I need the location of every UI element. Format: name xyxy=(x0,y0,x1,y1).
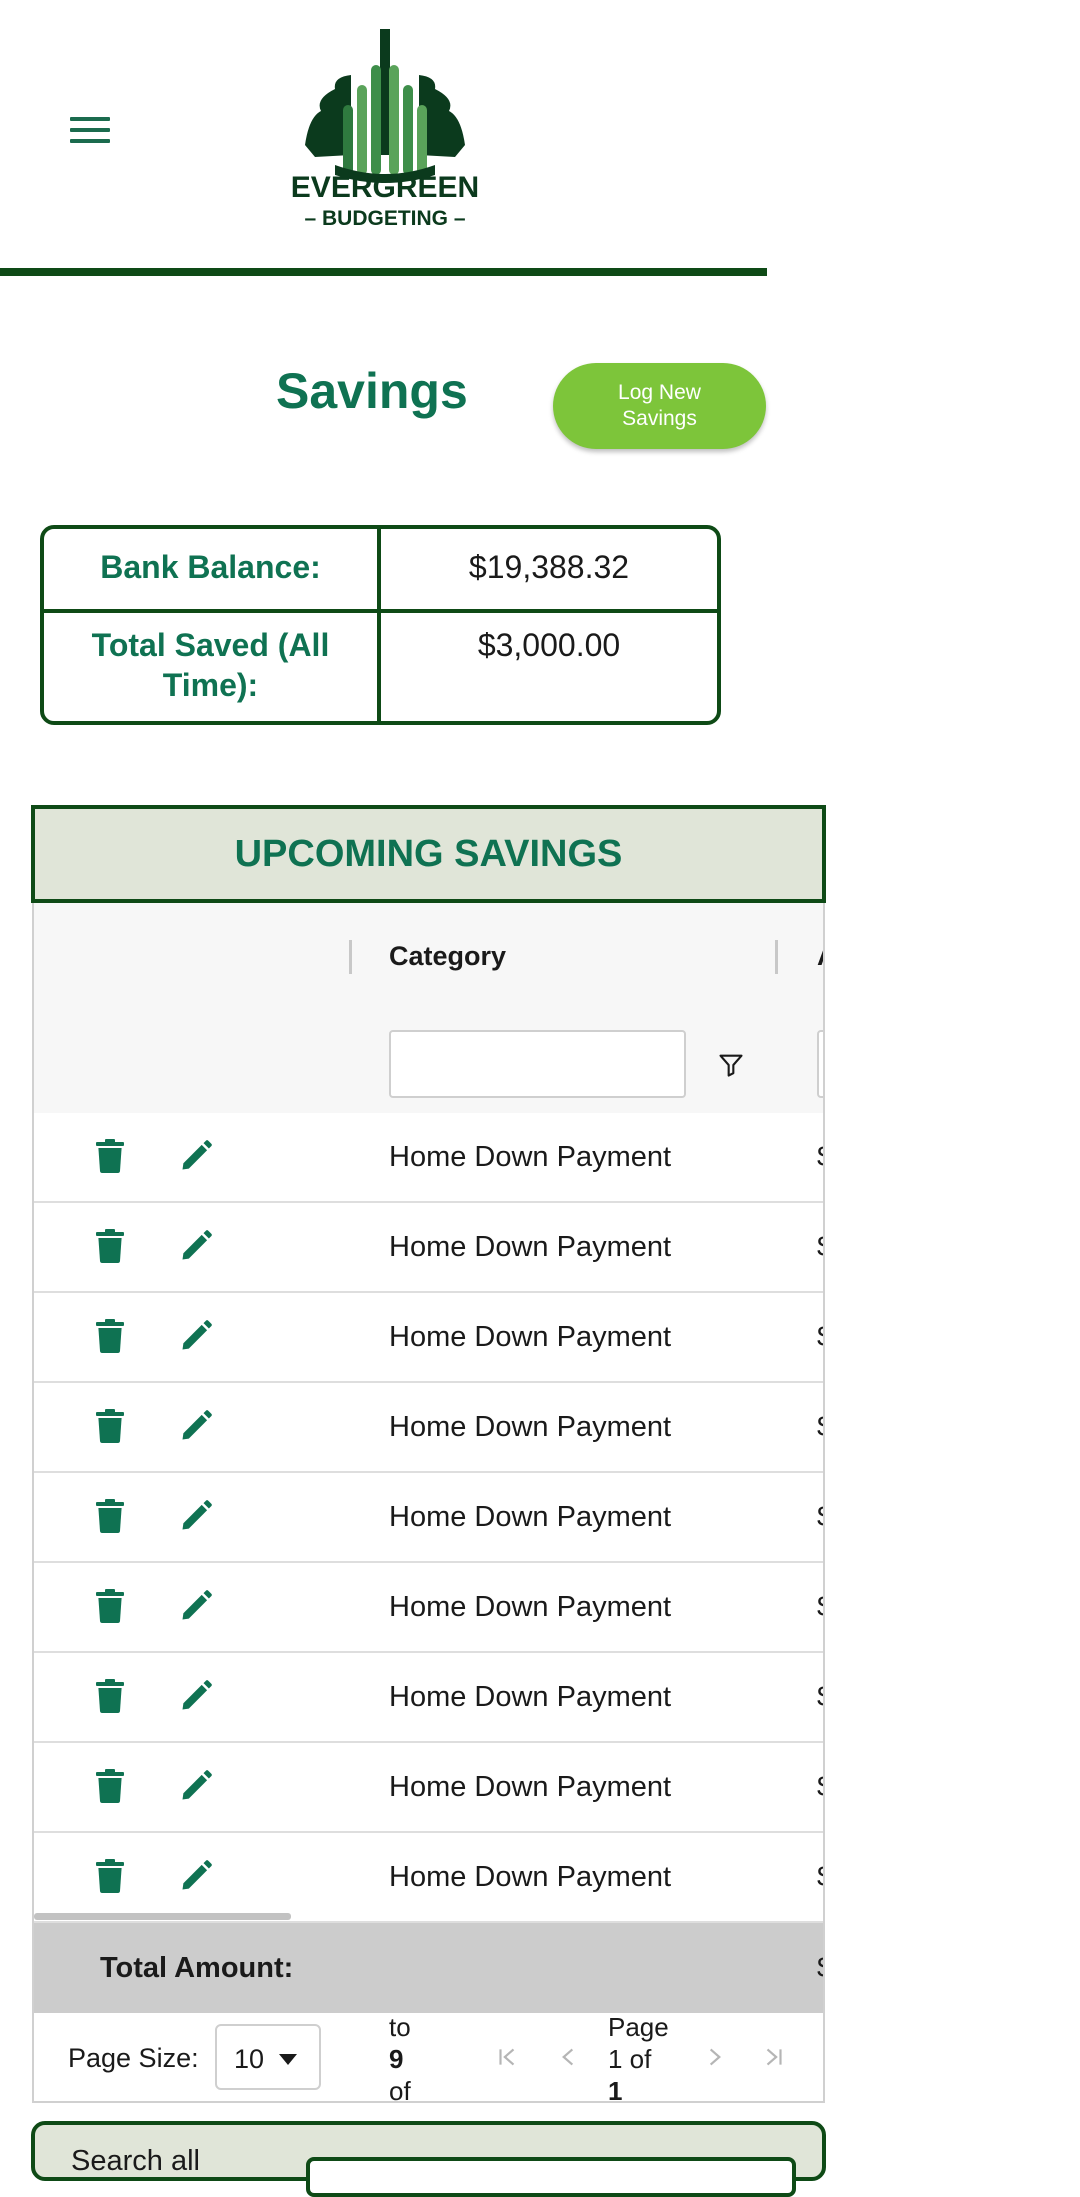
column-header-category[interactable]: Category xyxy=(389,941,506,972)
logo-sub-text: – BUDGETING – xyxy=(304,207,465,230)
page-indicator: Page 1 of 1 xyxy=(608,2011,688,2103)
table-row[interactable]: Home Down Payment $ xyxy=(34,1383,823,1473)
trash-icon[interactable] xyxy=(96,1319,124,1353)
trash-icon[interactable] xyxy=(96,1139,124,1173)
pencil-icon[interactable] xyxy=(178,1678,214,1714)
pencil-icon[interactable] xyxy=(178,1498,214,1534)
row-count-line: of xyxy=(389,2076,411,2103)
row-category: Home Down Payment xyxy=(389,1321,672,1353)
row-amount: $ xyxy=(817,1501,823,1534)
row-category: Home Down Payment xyxy=(389,1591,672,1623)
next-page-icon[interactable] xyxy=(702,2044,728,2070)
pencil-icon[interactable] xyxy=(178,1408,214,1444)
bank-balance-value: $19,388.32 xyxy=(468,549,630,585)
total-amount-row: Total Amount: $ xyxy=(34,1923,823,2013)
search-all-section: Search all xyxy=(31,2121,826,2197)
table-row[interactable]: Home Down Payment $ xyxy=(34,1113,823,1203)
column-resize-handle[interactable] xyxy=(775,940,778,974)
trash-icon[interactable] xyxy=(96,1589,124,1623)
row-amount: $ xyxy=(817,1321,823,1354)
row-amount: $ xyxy=(817,1231,823,1264)
trash-icon[interactable] xyxy=(96,1859,124,1893)
row-category: Home Down Payment xyxy=(389,1231,672,1263)
last-page-icon[interactable] xyxy=(761,2044,787,2070)
bank-balance-label: Bank Balance: xyxy=(44,529,381,609)
column-header-amount[interactable]: A xyxy=(817,941,823,972)
row-amount: $ xyxy=(817,1411,823,1444)
grid-rows: Home Down Payment$Home Down Payment$Home… xyxy=(34,1113,823,1923)
category-filter-input[interactable] xyxy=(389,1030,686,1098)
table-row[interactable]: Home Down Payment $ xyxy=(34,1473,823,1563)
log-new-savings-label: Log New Savings xyxy=(618,381,701,430)
table-row[interactable]: Home Down Payment $ xyxy=(34,1203,823,1293)
page-title: Savings xyxy=(276,363,468,419)
table-row[interactable]: Home Down Payment $ xyxy=(34,1743,823,1833)
pencil-icon[interactable] xyxy=(178,1228,214,1264)
trash-icon[interactable] xyxy=(96,1499,124,1533)
logo-brand-text: EVERGREEN xyxy=(291,171,479,204)
total-saved-row: Total Saved (All Time): $3,000.00 xyxy=(44,609,717,721)
search-all-input[interactable] xyxy=(306,2157,796,2197)
trash-icon[interactable] xyxy=(96,1679,124,1713)
upcoming-savings-grid: Category A Home Down Payment$Home Down P… xyxy=(32,903,825,2103)
pencil-icon[interactable] xyxy=(178,1768,214,1804)
horizontal-scrollbar[interactable] xyxy=(34,1913,291,1920)
pencil-icon[interactable] xyxy=(178,1858,214,1894)
total-saved-label: Total Saved (All Time): xyxy=(44,609,381,721)
row-amount: $ xyxy=(817,1591,823,1624)
table-row[interactable]: Home Down Payment $ xyxy=(34,1563,823,1653)
trash-icon[interactable] xyxy=(96,1769,124,1803)
row-amount: $ xyxy=(817,1861,823,1894)
page-indicator-line: Page xyxy=(608,2012,669,2042)
column-resize-handle[interactable] xyxy=(349,940,352,974)
total-amount-label: Total Amount: xyxy=(100,1952,294,1984)
previous-page-icon[interactable] xyxy=(555,2044,581,2070)
row-count-line: to xyxy=(389,2012,411,2042)
row-category: Home Down Payment xyxy=(389,1861,672,1893)
page-size-value: 10 xyxy=(234,2044,265,2074)
pencil-icon[interactable] xyxy=(178,1138,214,1174)
evergreen-logo: EVERGREEN – BUDGETING – xyxy=(291,29,479,230)
row-amount: $ xyxy=(817,1681,823,1714)
row-category: Home Down Payment xyxy=(389,1411,672,1443)
header-divider xyxy=(0,268,767,276)
row-category: Home Down Payment xyxy=(389,1771,672,1803)
row-amount: $ xyxy=(817,1771,823,1804)
row-category: Home Down Payment xyxy=(389,1141,672,1173)
page-indicator-line: 1 of xyxy=(608,2044,652,2074)
row-category: Home Down Payment xyxy=(389,1681,672,1713)
dropdown-caret-icon xyxy=(279,2054,297,2065)
row-amount: $ xyxy=(817,1141,823,1174)
pencil-icon[interactable] xyxy=(178,1588,214,1624)
bank-balance-row: Bank Balance: $19,388.32 xyxy=(44,529,717,613)
balance-summary-table: Bank Balance: $19,388.32 Total Saved (Al… xyxy=(40,525,721,725)
grid-header: Category A xyxy=(34,903,823,1013)
row-count-line: 9 xyxy=(389,2044,404,2074)
filter-icon[interactable] xyxy=(717,1051,745,1079)
page-size-label: Page Size: xyxy=(68,2043,199,2073)
page-indicator-line: 1 xyxy=(608,2076,623,2103)
trash-icon[interactable] xyxy=(96,1229,124,1263)
table-row[interactable]: Home Down Payment $ xyxy=(34,1833,823,1923)
pencil-icon[interactable] xyxy=(178,1318,214,1354)
menu-icon[interactable] xyxy=(70,117,110,147)
table-row[interactable]: Home Down Payment $ xyxy=(34,1293,823,1383)
pagination-bar: Page Size: 10 to 9 of Page 1 of 1 xyxy=(34,2011,823,2103)
row-category: Home Down Payment xyxy=(389,1501,672,1533)
table-row[interactable]: Home Down Payment $ xyxy=(34,1653,823,1743)
total-saved-value: $3,000.00 xyxy=(477,627,621,663)
log-new-savings-button[interactable]: Log New Savings xyxy=(553,363,766,449)
page-size-select[interactable]: 10 xyxy=(215,2024,321,2090)
first-page-icon[interactable] xyxy=(494,2044,520,2070)
amount-filter-input[interactable] xyxy=(817,1030,823,1098)
row-count-summary: to 9 of xyxy=(389,2011,429,2103)
trash-icon[interactable] xyxy=(96,1409,124,1443)
total-amount-value: $ xyxy=(817,1952,823,1985)
filter-row xyxy=(34,1011,823,1115)
upcoming-savings-heading: UPCOMING SAVINGS xyxy=(31,805,826,903)
